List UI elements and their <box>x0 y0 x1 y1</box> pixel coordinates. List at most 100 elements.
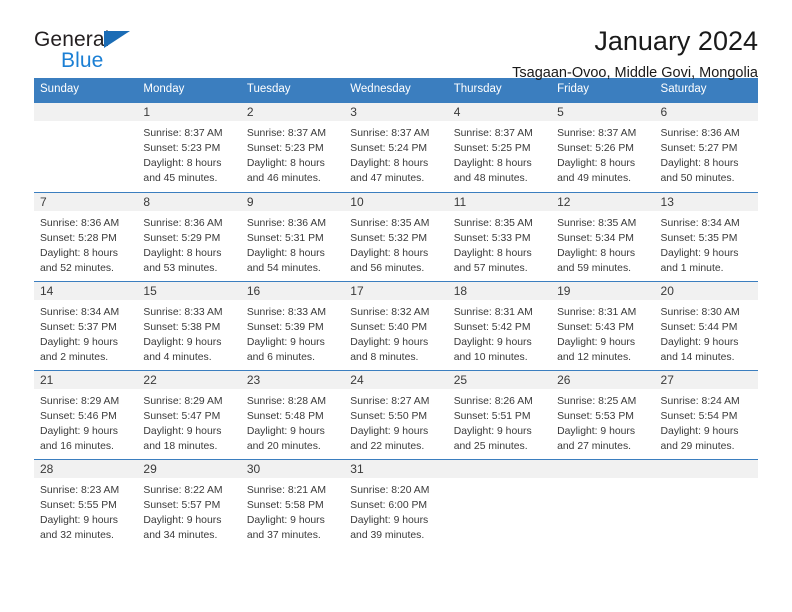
sunset-text: Sunset: 5:33 PM <box>453 232 531 244</box>
sunset-text: Sunset: 5:26 PM <box>557 142 634 154</box>
daylight-line2-text: and 2 minutes. <box>40 352 109 364</box>
calendar-day-cell[interactable]: 17 Sunrise: 8:32 AM Sunset: 5:40 PM Dayligh… <box>344 281 448 370</box>
day-number: 6 <box>654 102 758 121</box>
day-number <box>551 459 655 478</box>
calendar-day-cell[interactable]: 29 Sunrise: 8:22 AM Sunset: 5:57 PM Dayligh… <box>137 459 241 548</box>
day-number: 13 <box>654 192 758 211</box>
calendar-day-cell[interactable]: 12 Sunrise: 8:35 AM Sunset: 5:34 PM Dayligh… <box>551 192 655 281</box>
daylight-line2-text: and 53 minutes. <box>143 263 218 275</box>
sunrise-text: Sunrise: 8:21 AM <box>246 484 326 496</box>
day-sun-info: Sunrise: 8:32 AM Sunset: 5:40 PM Daylight:… <box>344 300 447 366</box>
calendar-day-cell[interactable]: 11 Sunrise: 8:35 AM Sunset: 5:33 PM Dayligh… <box>447 192 552 281</box>
calendar-day-cell[interactable]: 3 Sunrise: 8:37 AM Sunset: 5:24 PM Daylight… <box>344 102 448 192</box>
day-number: 29 <box>137 459 241 478</box>
sunset-text: Sunset: 5:32 PM <box>350 232 428 244</box>
day-number: 17 <box>344 281 448 300</box>
day-sun-info: Sunrise: 8:37 AM Sunset: 5:24 PM Daylight:… <box>344 121 447 187</box>
day-number: 24 <box>344 370 448 389</box>
daylight-line2-text: and 10 minutes. <box>453 352 528 364</box>
weekday-header-wednesday: Wednesday <box>350 83 411 95</box>
calendar-day-cell[interactable]: 25 Sunrise: 8:26 AM Sunset: 5:51 PM Dayligh… <box>447 370 552 459</box>
calendar-day-cell[interactable]: 26 Sunrise: 8:25 AM Sunset: 5:53 PM Dayligh… <box>551 370 655 459</box>
calendar-day-cell[interactable]: 23 Sunrise: 8:28 AM Sunset: 5:48 PM Dayligh… <box>240 370 345 459</box>
calendar-day-cell[interactable]: 18 Sunrise: 8:31 AM Sunset: 5:42 PM Dayligh… <box>447 281 552 370</box>
title-block: January 2024 Tsagaan-Ovoo, Middle Govi, … <box>512 26 758 82</box>
logo-text-general: General <box>34 28 110 51</box>
daylight-line1-text: Daylight: 9 hours <box>350 337 429 349</box>
sunset-text: Sunset: 5:55 PM <box>40 499 117 511</box>
sunset-text: Sunset: 5:34 PM <box>557 232 634 244</box>
sunset-text: Sunset: 6:00 PM <box>350 499 428 511</box>
day-sun-info: Sunrise: 8:30 AM Sunset: 5:44 PM Daylight:… <box>655 300 758 366</box>
day-sun-info: Sunrise: 8:34 AM Sunset: 5:37 PM Daylight:… <box>34 300 137 366</box>
calendar-day-cell[interactable]: 22 Sunrise: 8:29 AM Sunset: 5:47 PM Dayligh… <box>137 370 241 459</box>
day-sun-info: Sunrise: 8:34 AM Sunset: 5:35 PM Daylight:… <box>655 211 758 277</box>
calendar-day-cell[interactable]: 2 Sunrise: 8:37 AM Sunset: 5:23 PM Daylight… <box>240 102 345 192</box>
daylight-line1-text: Daylight: 9 hours <box>557 337 636 349</box>
sunrise-text: Sunrise: 8:35 AM <box>557 217 637 229</box>
day-number: 5 <box>551 102 655 121</box>
day-sun-info: Sunrise: 8:37 AM Sunset: 5:25 PM Daylight:… <box>448 121 551 187</box>
daylight-line2-text: and 49 minutes. <box>557 173 632 185</box>
daylight-line1-text: Daylight: 8 hours <box>246 248 325 260</box>
calendar-day-cell[interactable]: 24 Sunrise: 8:27 AM Sunset: 5:50 PM Dayligh… <box>344 370 448 459</box>
sunrise-text: Sunrise: 8:37 AM <box>246 127 326 139</box>
day-sun-info: Sunrise: 8:21 AM Sunset: 5:58 PM Daylight:… <box>241 478 344 544</box>
sunset-text: Sunset: 5:39 PM <box>246 321 324 333</box>
calendar-day-cell[interactable]: 21 Sunrise: 8:29 AM Sunset: 5:46 PM Dayligh… <box>34 370 138 459</box>
sunrise-text: Sunrise: 8:23 AM <box>40 484 120 496</box>
daylight-line2-text: and 22 minutes. <box>350 441 425 453</box>
sunset-text: Sunset: 5:25 PM <box>453 142 531 154</box>
sunrise-text: Sunrise: 8:33 AM <box>246 306 326 318</box>
calendar-day-cell[interactable]: 7 Sunrise: 8:36 AM Sunset: 5:28 PM Daylight… <box>34 192 138 281</box>
sunrise-text: Sunrise: 8:33 AM <box>143 306 223 318</box>
daylight-line1-text: Daylight: 9 hours <box>246 337 325 349</box>
sunrise-text: Sunrise: 8:25 AM <box>557 395 637 407</box>
day-number: 21 <box>34 370 138 389</box>
calendar-day-cell[interactable]: 30 Sunrise: 8:21 AM Sunset: 5:58 PM Dayligh… <box>240 459 345 548</box>
calendar-day-cell[interactable]: 4 Sunrise: 8:37 AM Sunset: 5:25 PM Daylight… <box>447 102 552 192</box>
calendar-day-cell[interactable]: 13 Sunrise: 8:34 AM Sunset: 5:35 PM Dayligh… <box>654 192 758 281</box>
calendar-day-cell[interactable]: 10 Sunrise: 8:35 AM Sunset: 5:32 PM Dayligh… <box>344 192 448 281</box>
day-number: 22 <box>137 370 241 389</box>
daylight-line2-text: and 56 minutes. <box>350 263 425 275</box>
daylight-line1-text: Daylight: 9 hours <box>143 426 222 438</box>
sunrise-text: Sunrise: 8:28 AM <box>246 395 326 407</box>
calendar-day-cell[interactable]: 19 Sunrise: 8:31 AM Sunset: 5:43 PM Dayligh… <box>551 281 655 370</box>
daylight-line1-text: Daylight: 8 hours <box>453 248 532 260</box>
calendar-day-cell[interactable]: 1 Sunrise: 8:37 AM Sunset: 5:23 PM Daylight… <box>137 102 241 192</box>
calendar-day-cell[interactable]: 9 Sunrise: 8:36 AM Sunset: 5:31 PM Daylight… <box>240 192 345 281</box>
calendar-weeks: 1 Sunrise: 8:37 AM Sunset: 5:23 PM Daylight… <box>34 102 758 548</box>
sunrise-text: Sunrise: 8:34 AM <box>660 217 740 229</box>
calendar-day-cell[interactable]: 27 Sunrise: 8:24 AM Sunset: 5:54 PM Dayligh… <box>654 370 758 459</box>
calendar-day-cell[interactable]: 5 Sunrise: 8:37 AM Sunset: 5:26 PM Daylight… <box>551 102 655 192</box>
daylight-line2-text: and 32 minutes. <box>40 530 114 542</box>
calendar-day-cell[interactable]: 31 Sunrise: 8:20 AM Sunset: 6:00 PM Dayligh… <box>344 459 448 548</box>
daylight-line2-text: and 16 minutes. <box>40 441 114 453</box>
day-number: 4 <box>447 102 552 121</box>
day-number: 25 <box>447 370 552 389</box>
day-sun-info: Sunrise: 8:36 AM Sunset: 5:31 PM Daylight:… <box>241 211 344 277</box>
calendar-day-cell[interactable]: 16 Sunrise: 8:33 AM Sunset: 5:39 PM Dayligh… <box>240 281 345 370</box>
daylight-line1-text: Daylight: 9 hours <box>40 426 118 438</box>
day-number: 2 <box>240 102 345 121</box>
calendar-day-cell-empty <box>447 459 552 548</box>
daylight-line1-text: Daylight: 8 hours <box>453 158 532 170</box>
calendar-week-row: 21 Sunrise: 8:29 AM Sunset: 5:46 PM Dayligh… <box>34 369 758 459</box>
calendar-day-cell[interactable]: 6 Sunrise: 8:36 AM Sunset: 5:27 PM Daylight… <box>654 102 758 192</box>
daylight-line2-text: and 18 minutes. <box>143 441 218 453</box>
calendar-day-cell[interactable]: 8 Sunrise: 8:36 AM Sunset: 5:29 PM Daylight… <box>137 192 241 281</box>
sunset-text: Sunset: 5:35 PM <box>660 232 738 244</box>
sunrise-text: Sunrise: 8:36 AM <box>660 127 740 139</box>
calendar-day-cell[interactable]: 14 Sunrise: 8:34 AM Sunset: 5:37 PM Dayligh… <box>34 281 138 370</box>
daylight-line1-text: Daylight: 8 hours <box>350 248 429 260</box>
weekday-header-thursday: Thursday <box>453 83 502 95</box>
day-sun-info <box>655 478 758 483</box>
day-number: 19 <box>551 281 655 300</box>
sunset-text: Sunset: 5:51 PM <box>453 410 531 422</box>
sunrise-text: Sunrise: 8:22 AM <box>143 484 223 496</box>
calendar-day-cell[interactable]: 20 Sunrise: 8:30 AM Sunset: 5:44 PM Dayligh… <box>654 281 758 370</box>
calendar-day-cell[interactable]: 28 Sunrise: 8:23 AM Sunset: 5:55 PM Dayligh… <box>34 459 138 548</box>
calendar-day-cell[interactable]: 15 Sunrise: 8:33 AM Sunset: 5:38 PM Dayligh… <box>137 281 241 370</box>
sunset-text: Sunset: 5:23 PM <box>143 142 221 154</box>
